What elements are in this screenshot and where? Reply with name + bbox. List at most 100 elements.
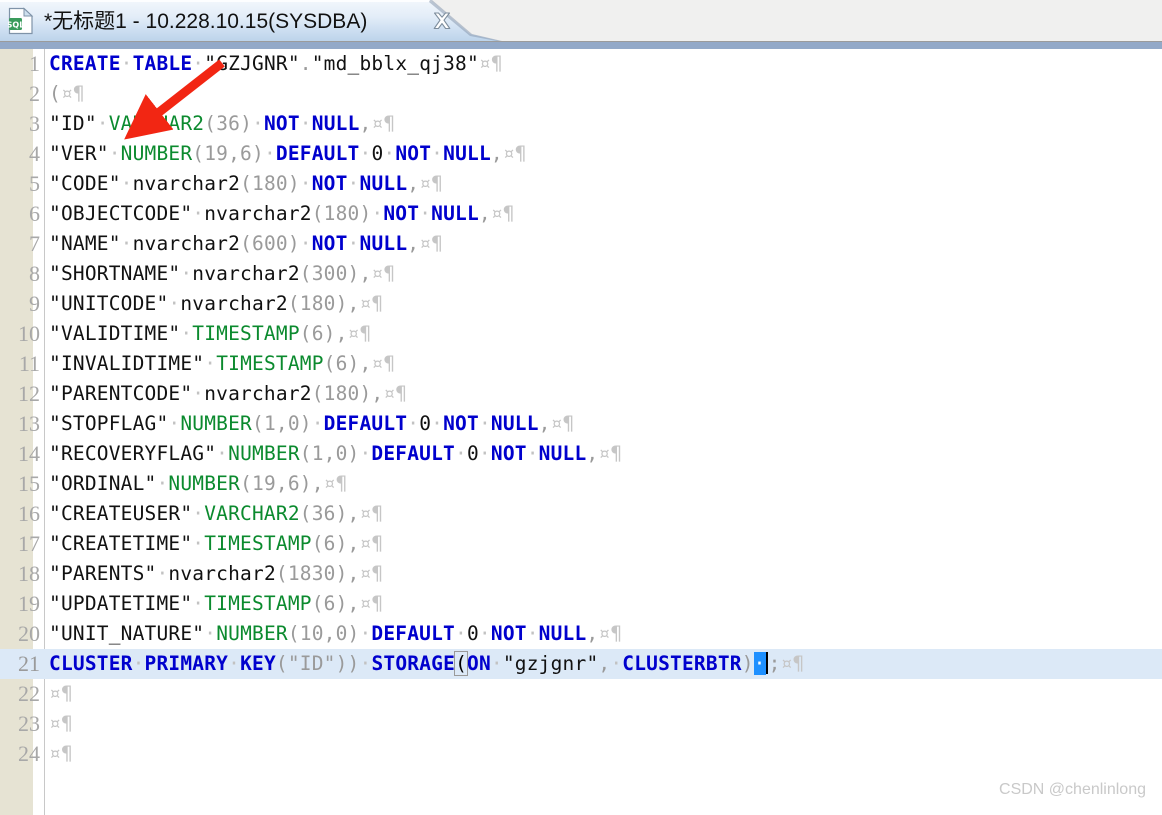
code-token-eol: ¤¶ [478, 52, 503, 75]
code-token-p: , [407, 232, 420, 255]
code-token-id: "STOPFLAG" [49, 412, 169, 435]
line-source[interactable]: CREATE·TABLE·"GZJGNR"."md_bblx_qj38"¤¶ [49, 49, 503, 79]
code-line[interactable]: 16 "CREATEUSER"·VARCHAR2(36),¤¶ [0, 499, 1162, 529]
line-source[interactable]: "RECOVERYFLAG"·NUMBER(1,0)·DEFAULT·0·NOT… [49, 439, 622, 469]
code-line[interactable]: 15 "ORDINAL"·NUMBER(19,6),¤¶ [0, 469, 1162, 499]
code-token-k: NOT [311, 232, 348, 255]
code-token-k: KEY [240, 652, 276, 675]
code-token-id: "md_bblx_qj38" [311, 52, 479, 75]
code-token-ws: · [490, 652, 503, 675]
code-line[interactable]: 17 "CREATETIME"·TIMESTAMP(6),¤¶ [0, 529, 1162, 559]
line-source[interactable]: "SHORTNAME"·nvarchar2(300),¤¶ [49, 259, 395, 289]
code-token-p: , [586, 622, 599, 645]
line-source[interactable]: "NAME"·nvarchar2(600)·NOT·NULL,¤¶ [49, 229, 443, 259]
line-source[interactable]: ¤¶ [49, 679, 73, 709]
code-token-ws: · [311, 412, 324, 435]
line-source[interactable]: "CREATEUSER"·VARCHAR2(36),¤¶ [49, 499, 383, 529]
line-source[interactable]: "VER"·NUMBER(19,6)·DEFAULT·0·NOT·NULL,¤¶ [49, 139, 527, 169]
code-token-ws: · [359, 652, 372, 675]
line-source[interactable]: "ORDINAL"·NUMBER(19,6),¤¶ [49, 469, 348, 499]
line-number: 19 [18, 591, 40, 616]
code-token-ws: · [347, 232, 360, 255]
code-line[interactable]: 6 "OBJECTCODE"·nvarchar2(180)·NOT·NULL,¤¶ [0, 199, 1162, 229]
code-token-ws: · [526, 622, 539, 645]
code-token-id: 0 [466, 442, 479, 465]
code-line[interactable]: 24 ¤¶ [0, 739, 1162, 769]
code-token-k: NULL [431, 202, 479, 225]
code-line[interactable]: 10 "VALIDTIME"·TIMESTAMP(6),¤¶ [0, 319, 1162, 349]
code-line[interactable]: 21 CLUSTER·PRIMARY·KEY("ID"))·STORAGE(ON·… [0, 649, 1162, 679]
line-source[interactable]: "CREATETIME"·TIMESTAMP(6),¤¶ [49, 529, 383, 559]
code-line[interactable]: 5 "CODE"·nvarchar2(180)·NOT·NULL,¤¶ [0, 169, 1162, 199]
line-source[interactable]: "CODE"·nvarchar2(180)·NOT·NULL,¤¶ [49, 169, 443, 199]
code-token-ws: · [431, 412, 444, 435]
line-source[interactable]: ¤¶ [49, 709, 73, 739]
line-source[interactable]: (¤¶ [49, 79, 85, 109]
code-line[interactable]: 18 "PARENTS"·nvarchar2(1830),¤¶ [0, 559, 1162, 589]
code-line[interactable]: 2 (¤¶ [0, 79, 1162, 109]
code-token-k: ON [467, 652, 491, 675]
code-editor[interactable]: 1 CREATE·TABLE·"GZJGNR"."md_bblx_qj38"¤¶ 2… [0, 49, 1162, 815]
code-line[interactable]: 9 "UNITCODE"·nvarchar2(180),¤¶ [0, 289, 1162, 319]
line-source[interactable]: "VALIDTIME"·TIMESTAMP(6),¤¶ [49, 319, 371, 349]
code-token-ws: · [156, 472, 169, 495]
code-token-eol: ¤¶ [419, 232, 444, 255]
code-token-k: NULL [490, 412, 539, 435]
line-source[interactable]: ¤¶ [49, 739, 73, 769]
line-number: 6 [29, 201, 40, 226]
code-line[interactable]: 14 "RECOVERYFLAG"·NUMBER(1,0)·DEFAULT·0·N… [0, 439, 1162, 469]
line-source[interactable]: "STOPFLAG"·NUMBER(1,0)·DEFAULT·0·NOT·NUL… [49, 409, 575, 439]
code-token-p: (19,6), [240, 472, 324, 495]
code-token-ws: · [192, 502, 205, 525]
code-token-ws: · [180, 262, 193, 285]
code-token-ws: · [192, 532, 205, 555]
code-token-t: TIMESTAMP [192, 322, 300, 345]
code-token-k: NULL [359, 232, 408, 255]
line-source[interactable]: "INVALIDTIME"·TIMESTAMP(6),¤¶ [49, 349, 395, 379]
code-token-id: "CREATEUSER" [49, 502, 193, 525]
svg-text:SQL: SQL [8, 20, 24, 29]
code-line[interactable]: 13 "STOPFLAG"·NUMBER(1,0)·DEFAULT·0·NOT·N… [0, 409, 1162, 439]
line-source[interactable]: "PARENTCODE"·nvarchar2(180),¤¶ [49, 379, 407, 409]
line-number: 20 [18, 621, 40, 646]
code-token-eol: ¤¶ [49, 712, 73, 735]
code-token-p: , [598, 652, 611, 675]
code-line[interactable]: 22 ¤¶ [0, 679, 1162, 709]
code-token-id: "gzjgnr" [502, 652, 599, 675]
code-token-k: CLUSTER [49, 652, 133, 675]
tab-bottom-rail [0, 42, 1162, 49]
line-source[interactable]: "UPDATETIME"·TIMESTAMP(6),¤¶ [49, 589, 383, 619]
code-token-ws: · [228, 652, 241, 675]
line-source[interactable]: "ID"·VARCHAR2(36)·NOT·NULL,¤¶ [49, 109, 395, 139]
line-source[interactable]: CLUSTER·PRIMARY·KEY("ID"))·STORAGE(ON·"g… [49, 649, 804, 679]
code-line[interactable]: 7 "NAME"·nvarchar2(600)·NOT·NULL,¤¶ [0, 229, 1162, 259]
watermark-text: CSDN @chenlinlong [999, 781, 1146, 798]
code-token-k: NOT [311, 172, 348, 195]
code-line[interactable]: 8 "SHORTNAME"·nvarchar2(300),¤¶ [0, 259, 1162, 289]
code-line[interactable]: 1 CREATE·TABLE·"GZJGNR"."md_bblx_qj38"¤¶ [0, 49, 1162, 79]
line-source[interactable]: "PARENTS"·nvarchar2(1830),¤¶ [49, 559, 383, 589]
code-token-ws: · [108, 142, 121, 165]
code-line[interactable]: 11 "INVALIDTIME"·TIMESTAMP(6),¤¶ [0, 349, 1162, 379]
code-token-ws: · [120, 52, 133, 75]
code-lines-container[interactable]: 1 CREATE·TABLE·"GZJGNR"."md_bblx_qj38"¤¶ 2… [0, 49, 1162, 815]
code-line[interactable]: 19 "UPDATETIME"·TIMESTAMP(6),¤¶ [0, 589, 1162, 619]
code-token-p: (180) [240, 172, 300, 195]
code-line[interactable]: 12 "PARENTCODE"·nvarchar2(180),¤¶ [0, 379, 1162, 409]
code-token-p: (6), [311, 592, 360, 615]
code-line[interactable]: 20 "UNIT_NATURE"·NUMBER(10,0)·DEFAULT·0·N… [0, 619, 1162, 649]
code-line[interactable]: 3 "ID"·VARCHAR2(36)·NOT·NULL,¤¶ [0, 109, 1162, 139]
code-token-p: (6), [323, 352, 372, 375]
code-token-p: , [407, 172, 420, 195]
code-token-id: "INVALIDTIME" [49, 352, 205, 375]
line-source[interactable]: "UNIT_NATURE"·NUMBER(10,0)·DEFAULT·0·NOT… [49, 619, 622, 649]
line-number: 15 [18, 471, 40, 496]
close-icon[interactable] [430, 10, 454, 32]
code-line[interactable]: 23 ¤¶ [0, 709, 1162, 739]
line-source[interactable]: "OBJECTCODE"·nvarchar2(180)·NOT·NULL,¤¶ [49, 199, 515, 229]
code-line[interactable]: 4 "VER"·NUMBER(19,6)·DEFAULT·0·NOT·NULL,¤… [0, 139, 1162, 169]
code-token-ws: · [478, 412, 491, 435]
code-token-t: NUMBER [216, 622, 288, 645]
code-token-k: DEFAULT [371, 622, 456, 645]
line-source[interactable]: "UNITCODE"·nvarchar2(180),¤¶ [49, 289, 383, 319]
